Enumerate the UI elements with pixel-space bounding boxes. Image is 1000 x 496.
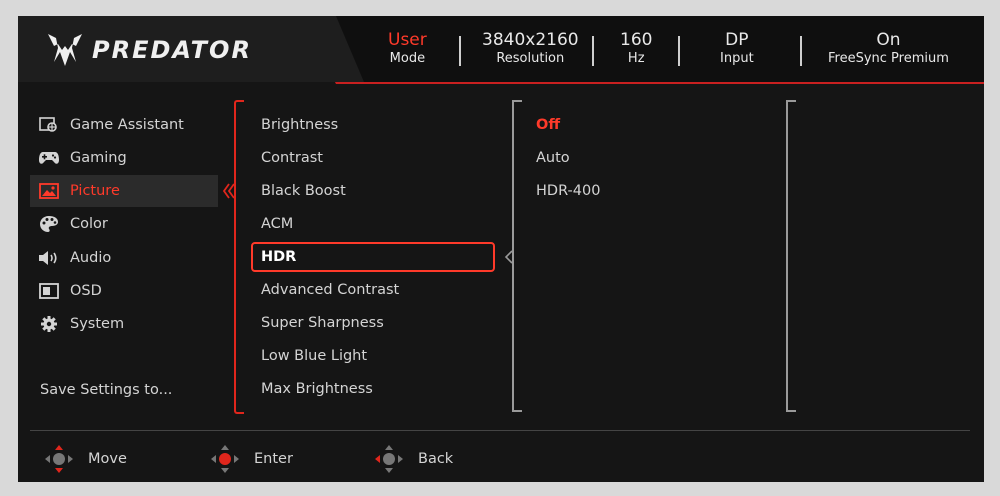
- status-separator: [800, 36, 802, 66]
- chevron-left-icon: [222, 183, 235, 199]
- status-resolution: 3840x2160 Resolution: [482, 30, 579, 68]
- chevron-left-icon: [504, 250, 513, 264]
- hint-back: Back: [374, 444, 453, 474]
- menu-item-game-assistant[interactable]: Game Assistant: [30, 109, 218, 141]
- menu-item-label: OSD: [70, 283, 102, 299]
- submenu-item-max-brightness[interactable]: Max Brightness: [261, 381, 373, 397]
- menu-item-gaming[interactable]: Gaming: [30, 142, 218, 174]
- game-assistant-icon: [38, 116, 60, 134]
- menu-item-label: System: [70, 316, 125, 332]
- status-separator: [459, 36, 461, 66]
- palette-icon: [38, 215, 60, 233]
- status-freesync: On FreeSync Premium: [828, 30, 949, 68]
- menu-item-system[interactable]: System: [30, 308, 218, 340]
- menu-item-color[interactable]: Color: [30, 208, 218, 240]
- detail-bracket: [786, 100, 796, 412]
- hint-move-label: Move: [88, 451, 127, 467]
- option-hdr-400[interactable]: HDR-400: [536, 183, 600, 199]
- status-mode: User Mode: [388, 30, 427, 68]
- status-resolution-label: Resolution: [496, 51, 565, 66]
- status-input: DP Input: [720, 30, 754, 68]
- status-freesync-value: On: [876, 30, 901, 50]
- status-input-value: DP: [725, 30, 749, 50]
- menu-item-picture[interactable]: Picture: [30, 175, 218, 207]
- joystick-move-icon: [45, 445, 73, 473]
- submenu-item-low-blue-light[interactable]: Low Blue Light: [261, 348, 367, 364]
- hint-enter: Enter: [210, 444, 293, 474]
- submenu-item-black-boost[interactable]: Black Boost: [261, 183, 346, 199]
- joystick-enter-icon: [211, 445, 239, 473]
- status-input-label: Input: [720, 51, 754, 66]
- osd-icon: [38, 282, 60, 300]
- status-refresh: 160 Hz: [620, 30, 652, 68]
- status-separator: [678, 36, 680, 66]
- submenu-item-brightness[interactable]: Brightness: [261, 117, 338, 133]
- option-auto[interactable]: Auto: [536, 150, 570, 166]
- status-freesync-label: FreeSync Premium: [828, 51, 949, 66]
- menu-item-label: Picture: [70, 183, 120, 199]
- hint-enter-label: Enter: [254, 451, 293, 467]
- status-refresh-label: Hz: [627, 51, 645, 66]
- speaker-icon: [38, 249, 60, 267]
- save-settings-item[interactable]: Save Settings to...: [40, 382, 172, 398]
- menu-item-label: Audio: [70, 250, 112, 266]
- menu-item-label: Game Assistant: [70, 117, 184, 133]
- gamepad-icon: [38, 149, 60, 167]
- menu-item-osd[interactable]: OSD: [30, 275, 218, 307]
- gear-icon: [38, 315, 60, 333]
- submenu-item-contrast[interactable]: Contrast: [261, 150, 323, 166]
- osd-window: PREDATOR User Mode 3840x2160 Resolution …: [18, 16, 984, 482]
- submenu-item-super-sharpness[interactable]: Super Sharpness: [261, 315, 384, 331]
- status-mode-value: User: [388, 30, 427, 50]
- status-separator: [592, 36, 594, 66]
- option-off[interactable]: Off: [536, 117, 560, 133]
- predator-emblem-icon: [48, 34, 82, 66]
- status-resolution-value: 3840x2160: [482, 30, 579, 50]
- submenu-item-advanced-contrast[interactable]: Advanced Contrast: [261, 282, 399, 298]
- status-refresh-value: 160: [620, 30, 653, 50]
- menu-item-audio[interactable]: Audio: [30, 242, 218, 274]
- menu-item-label: Color: [70, 216, 108, 232]
- predator-logo: PREDATOR: [46, 32, 252, 68]
- menu-item-label: Gaming: [70, 150, 127, 166]
- footer-divider: [30, 430, 970, 431]
- submenu-item-hdr[interactable]: HDR: [261, 249, 296, 265]
- submenu-item-acm[interactable]: ACM: [261, 216, 293, 232]
- picture-icon: [38, 182, 60, 200]
- status-mode-label: Mode: [389, 51, 426, 66]
- hint-back-label: Back: [418, 451, 454, 467]
- hint-move: Move: [44, 444, 127, 474]
- logo-text: PREDATOR: [92, 36, 252, 64]
- submenu-bracket: [234, 100, 244, 414]
- joystick-back-icon: [375, 445, 403, 473]
